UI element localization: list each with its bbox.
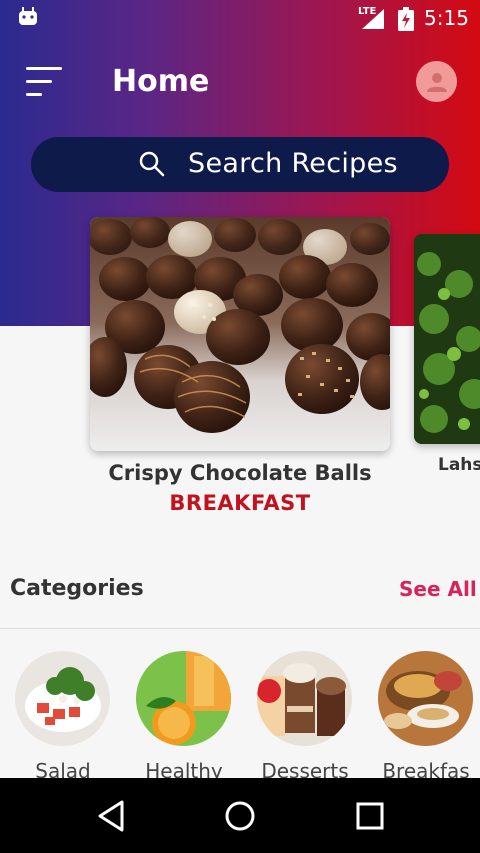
person-icon	[426, 72, 447, 92]
recents-icon[interactable]	[350, 798, 390, 834]
category-salad[interactable]: Salad	[15, 651, 111, 783]
featured-recipe-card[interactable]	[90, 217, 390, 451]
status-bar: LTE 5:15	[0, 0, 480, 38]
home-icon[interactable]	[220, 798, 260, 834]
recipe-title-2: Lahs	[438, 455, 480, 475]
search-bar[interactable]: Search Recipes	[31, 137, 449, 192]
status-time: 5:15	[424, 6, 469, 30]
menu-line	[26, 93, 42, 96]
battery-icon	[398, 7, 414, 31]
category-image	[136, 651, 231, 746]
recipe-title: Crispy Chocolate Balls	[108, 461, 372, 485]
android-icon	[19, 7, 37, 25]
category-image	[378, 651, 473, 746]
search-icon	[139, 151, 165, 177]
search-placeholder: Search Recipes	[188, 148, 398, 179]
category-breakfast[interactable]: Breakfas	[378, 651, 474, 783]
category-image	[15, 651, 110, 746]
recipe-image	[90, 217, 390, 451]
divider	[0, 628, 480, 629]
categories-heading: Categories	[10, 576, 144, 601]
menu-line	[26, 80, 52, 83]
menu-icon[interactable]	[22, 64, 66, 100]
recipe-category: BREAKFAST	[169, 491, 311, 515]
signal-icon	[362, 9, 384, 29]
back-icon[interactable]	[92, 798, 132, 834]
avatar-icon[interactable]	[416, 61, 457, 102]
menu-line	[26, 67, 62, 70]
system-nav-bar	[0, 778, 480, 853]
app-screen: LTE 5:15 Home Search Recipes Crispy Choc…	[0, 0, 480, 853]
category-desserts[interactable]: Desserts	[257, 651, 353, 783]
page-title: Home	[112, 64, 210, 99]
see-all-link[interactable]: See All	[399, 577, 477, 601]
category-image	[257, 651, 352, 746]
recipe-image-2	[414, 234, 480, 444]
category-healthy[interactable]: Healthy	[136, 651, 232, 783]
featured-recipe-card-2[interactable]	[414, 234, 480, 444]
